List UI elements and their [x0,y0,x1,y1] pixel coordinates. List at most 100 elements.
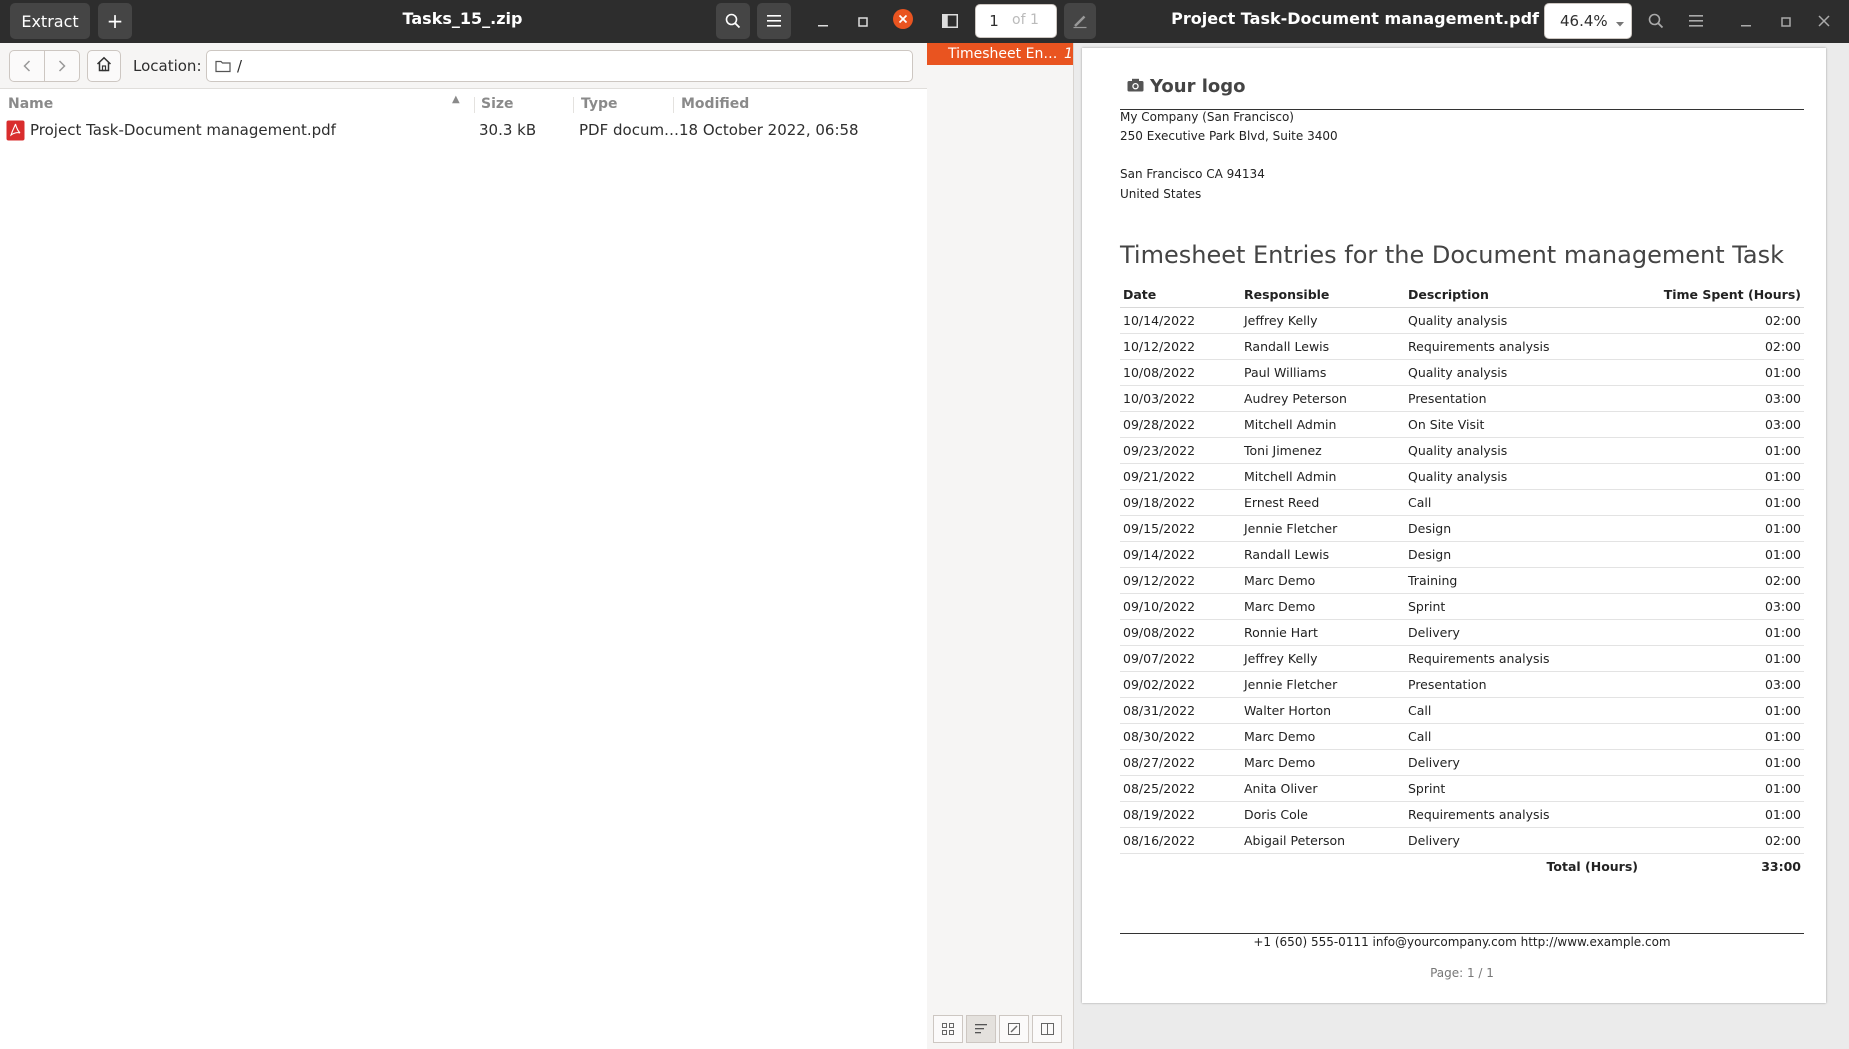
cell-date: 09/12/2022 [1120,567,1241,594]
cell-responsible: Randall Lewis [1241,541,1405,568]
cell-responsible: Audrey Peterson [1241,385,1405,412]
cell-description: Quality analysis [1405,463,1641,490]
page-selector[interactable]: 1 of 1 [975,4,1057,38]
table-row: 08/25/2022 Anita Oliver Sprint 01:00 [1120,775,1804,802]
viewer-close-button[interactable] [1811,8,1837,34]
menu-button[interactable] [757,3,791,39]
table-row: 09/21/2022 Mitchell Admin Quality analysis… [1120,463,1804,490]
sidebar-icon [942,14,958,28]
cell-date: 09/23/2022 [1120,437,1241,464]
table-row: 08/30/2022 Marc Demo Call 01:00 [1120,723,1804,750]
table-row: 08/19/2022 Doris Cole Requirements analysi… [1120,801,1804,828]
cell-time-spent: 02:00 [1641,307,1804,334]
outline-list-icon [975,1020,987,1039]
page-number-input[interactable]: 1 [976,12,1012,30]
table-row: 08/31/2022 Walter Horton Call 01:00 [1120,697,1804,724]
company-city: San Francisco CA 94134 [1120,167,1265,181]
home-icon [96,56,112,76]
column-size[interactable]: Size [481,96,514,112]
cell-description: Requirements analysis [1405,645,1641,672]
bookmarks-tab[interactable] [1032,1015,1062,1043]
footer-rule [1120,933,1804,934]
cell-description: Quality analysis [1405,437,1641,464]
cell-description: Requirements analysis [1405,801,1641,828]
cell-date: 09/10/2022 [1120,593,1241,620]
outline-item-label: Timesheet En… [948,46,1058,62]
maximize-icon [858,12,868,31]
minimize-icon [818,12,828,31]
total-label: Total (Hours) [1546,859,1638,874]
total-row: Total (Hours) 33:00 [1120,854,1804,880]
cell-description: Presentation [1405,385,1641,412]
cell-description: Quality analysis [1405,307,1641,334]
header-description: Description [1405,281,1641,308]
cell-responsible: Mitchell Admin [1241,463,1405,490]
table-row: 09/07/2022 Jeffrey Kelly Requirements anal… [1120,645,1804,672]
cell-time-spent: 01:00 [1641,359,1804,386]
search-button[interactable] [716,3,750,39]
annotation-icon [1008,1020,1020,1039]
pdf-file-icon [6,120,25,145]
cell-date: 10/08/2022 [1120,359,1241,386]
file-size: 30.3 kB [479,121,537,139]
thumbnails-tab[interactable] [933,1015,963,1043]
cell-date: 08/31/2022 [1120,697,1241,724]
cell-date: 08/19/2022 [1120,801,1241,828]
maximize-button[interactable] [850,8,876,34]
cell-responsible: Abigail Peterson [1241,827,1405,854]
file-name: Project Task-Document management.pdf [30,121,336,139]
cell-responsible: Paul Williams [1241,359,1405,386]
close-button[interactable] [890,8,916,34]
cell-date: 08/16/2022 [1120,827,1241,854]
viewer-maximize-button[interactable] [1773,8,1799,34]
cell-description: Quality analysis [1405,359,1641,386]
zoom-dropdown[interactable]: 46.4% [1544,3,1632,39]
cell-time-spent: 01:00 [1641,723,1804,750]
logo-text: Your logo [1150,76,1246,97]
cell-date: 09/15/2022 [1120,515,1241,542]
table-row: 09/18/2022 Ernest Reed Call 01:00 [1120,489,1804,516]
footer-page-number: Page: 1 / 1 [1430,966,1494,980]
table-row: 10/08/2022 Paul Williams Quality analysis 0… [1120,359,1804,386]
cell-date: 09/08/2022 [1120,619,1241,646]
table-row: 10/03/2022 Audrey Peterson Presentation 03:… [1120,385,1804,412]
viewer-search-button[interactable] [1639,3,1673,39]
cell-responsible: Marc Demo [1241,749,1405,776]
table-row: 08/27/2022 Marc Demo Delivery 01:00 [1120,749,1804,776]
cell-time-spent: 01:00 [1641,775,1804,802]
viewer-minimize-button[interactable] [1733,8,1759,34]
home-button[interactable] [87,50,121,82]
column-modified[interactable]: Modified [681,96,749,112]
document-view[interactable]: Your logo My Company (San Francisco) 250… [1074,43,1849,1049]
cell-description: Call [1405,697,1641,724]
cell-description: Design [1405,515,1641,542]
location-path: / [237,57,243,75]
table-row: 09/14/2022 Randall Lewis Design 01:00 [1120,541,1804,568]
cell-time-spent: 01:00 [1641,645,1804,672]
annotations-tab[interactable] [999,1015,1029,1043]
total-spacer [1120,854,1405,880]
sidebar-toggle-button[interactable] [933,3,967,39]
cell-time-spent: 03:00 [1641,385,1804,412]
cell-date: 09/14/2022 [1120,541,1241,568]
maximize-icon [1781,12,1791,31]
outline-item[interactable]: Timesheet En… 1 [927,43,1073,65]
cell-time-spent: 01:00 [1641,801,1804,828]
cell-date: 09/21/2022 [1120,463,1241,490]
back-button[interactable] [9,50,45,82]
outline-sidebar: Timesheet En… 1 [927,43,1074,1049]
column-name[interactable]: Name [8,96,53,112]
file-list-row[interactable]: Project Task-Document management.pdf 30.… [0,118,927,142]
sidebar-tabs [927,1009,1073,1049]
outline-tab[interactable] [966,1015,996,1043]
viewer-menu-button[interactable] [1679,3,1713,39]
minimize-button[interactable] [810,8,836,34]
sort-ascending-icon: ▲ [452,94,460,105]
column-type[interactable]: Type [581,96,618,112]
close-icon [893,9,913,33]
location-field[interactable]: / [206,50,913,82]
table-row: 08/16/2022 Abigail Peterson Delivery 02:00 [1120,827,1804,854]
company-name: My Company (San Francisco) [1120,110,1294,124]
cell-responsible: Doris Cole [1241,801,1405,828]
forward-button[interactable] [44,50,80,82]
